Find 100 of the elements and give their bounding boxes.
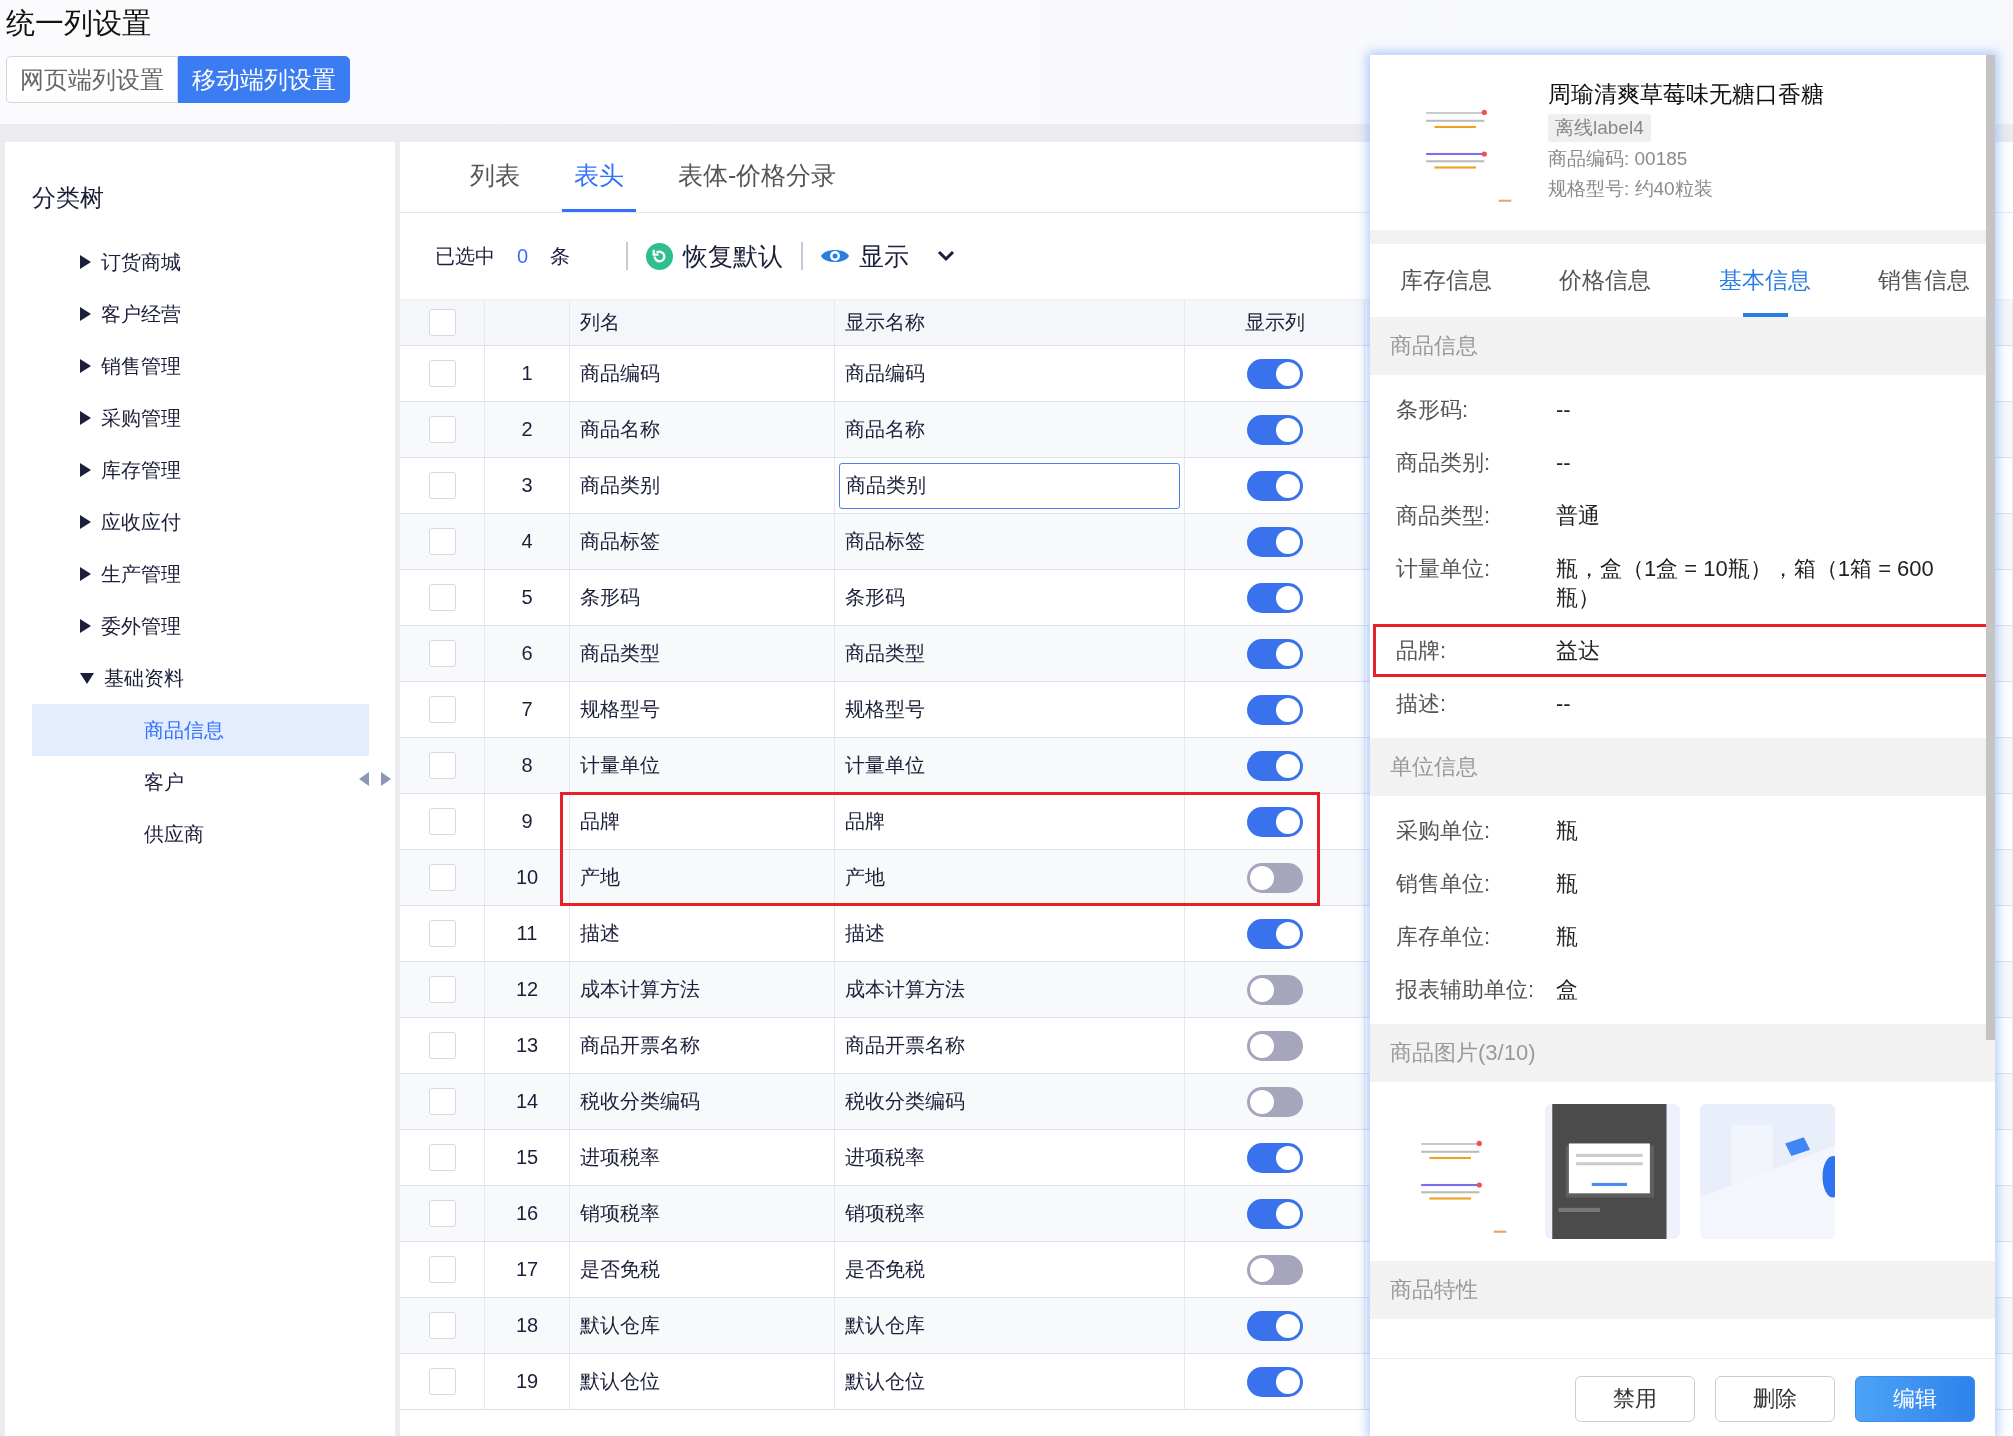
visibility-toggle[interactable] [1246, 1310, 1303, 1341]
visibility-toggle[interactable] [1246, 806, 1303, 837]
row-checkbox[interactable] [428, 808, 456, 835]
tree-item[interactable]: 采购管理 [32, 392, 369, 444]
tree-item[interactable]: 客户经营 [32, 288, 369, 340]
table-cell-text: 商品名称 [580, 417, 660, 442]
row-number: 2 [521, 418, 533, 441]
chevron-down-icon[interactable] [937, 250, 956, 262]
detail-tab[interactable]: 基本信息 [1718, 244, 1811, 317]
table-cell-text: 商品编码 [844, 361, 925, 386]
detail-tab[interactable]: 价格信息 [1559, 244, 1652, 317]
table-cell-text: 销项税率 [844, 1201, 925, 1226]
row-checkbox[interactable] [428, 920, 456, 947]
action-button[interactable]: 禁用 [1575, 1376, 1695, 1422]
row-checkbox[interactable] [428, 640, 456, 667]
selected-unit: 条 [550, 243, 571, 269]
row-checkbox[interactable] [428, 1088, 456, 1115]
visibility-toggle[interactable] [1246, 750, 1303, 781]
row-number: 17 [515, 1258, 539, 1281]
field-label: 报表辅助单位: [1396, 976, 1536, 1004]
tree-item[interactable]: 基础资料 [32, 652, 369, 704]
field-label: 品牌: [1396, 637, 1448, 665]
visibility-toggle[interactable] [1246, 470, 1303, 501]
visibility-toggle[interactable] [1246, 1030, 1303, 1061]
visibility-toggle[interactable] [1246, 974, 1303, 1005]
page-title: 统一列设置 [6, 6, 152, 41]
tree-item[interactable]: 客户 [32, 756, 369, 808]
tree-item[interactable]: 库存管理 [32, 444, 369, 496]
row-checkbox[interactable] [428, 696, 456, 723]
table-cell-text: 计量单位 [580, 753, 660, 778]
table-cell-text: 商品类别 [580, 473, 660, 498]
table-cell-text: 成本计算方法 [580, 977, 700, 1002]
tree-item[interactable]: 商品信息 [32, 704, 369, 756]
row-number: 4 [521, 530, 533, 553]
tree-item[interactable]: 供应商 [32, 808, 369, 860]
field-label: 商品类别: [1396, 449, 1492, 477]
row-checkbox[interactable] [428, 1032, 456, 1059]
product-spec: 规格型号: 约40粒装 [1548, 177, 1714, 201]
row-checkbox[interactable] [428, 1368, 456, 1395]
detail-tab[interactable]: 库存信息 [1400, 244, 1492, 317]
show-button[interactable]: 显示 [821, 239, 910, 273]
row-checkbox[interactable] [428, 864, 456, 891]
table-cell-text: 进项税率 [580, 1145, 660, 1170]
row-checkbox[interactable] [428, 1256, 456, 1283]
mode-tab[interactable]: 网页端列设置 [6, 56, 178, 103]
table-cell-text: 商品类型 [844, 641, 925, 666]
visibility-toggle[interactable] [1246, 582, 1303, 613]
visibility-toggle[interactable] [1246, 1254, 1303, 1285]
table-cell-text: 默认仓库 [844, 1313, 925, 1338]
table-cell-text: 默认仓位 [844, 1369, 925, 1394]
tree-item-label: 委外管理 [101, 613, 181, 639]
scrollbar[interactable] [1986, 55, 1995, 1040]
reset-button[interactable]: 恢复默认 [646, 239, 784, 273]
visibility-toggle[interactable] [1246, 1198, 1303, 1229]
visibility-toggle[interactable] [1246, 862, 1303, 893]
row-checkbox[interactable] [428, 584, 456, 611]
visibility-toggle[interactable] [1246, 918, 1303, 949]
tree-item[interactable]: 应收应付 [32, 496, 369, 548]
mode-tab[interactable]: 移动端列设置 [178, 56, 350, 103]
table-cell-text: 产地 [844, 865, 885, 890]
section-header: 商品特性 [1370, 1261, 1995, 1319]
visibility-toggle[interactable] [1246, 1142, 1303, 1173]
tree-item-label: 销售管理 [101, 353, 181, 379]
visibility-toggle[interactable] [1246, 1086, 1303, 1117]
row-number: 1 [521, 362, 533, 385]
row-checkbox[interactable] [428, 528, 456, 555]
table-cell-text: 条形码 [844, 585, 905, 610]
visibility-toggle[interactable] [1246, 358, 1303, 389]
left-arrow-icon[interactable] [359, 772, 369, 786]
row-checkbox[interactable] [428, 1144, 456, 1171]
visibility-toggle[interactable] [1246, 1366, 1303, 1397]
field-value: -- [1556, 396, 1572, 424]
row-checkbox[interactable] [428, 416, 456, 443]
field-label: 条形码: [1396, 396, 1470, 424]
sub-tab[interactable]: 表头 [562, 142, 636, 212]
visibility-toggle[interactable] [1246, 638, 1303, 669]
select-all-checkbox[interactable] [428, 309, 456, 336]
row-checkbox[interactable] [428, 472, 456, 499]
row-checkbox[interactable] [428, 976, 456, 1003]
detail-tab[interactable]: 销售信息 [1878, 244, 1970, 317]
visibility-toggle[interactable] [1246, 694, 1303, 725]
action-button[interactable]: 删除 [1715, 1376, 1835, 1422]
visibility-toggle[interactable] [1246, 414, 1303, 445]
tree-item[interactable]: 生产管理 [32, 548, 369, 600]
display-name-field[interactable]: 商品类别 [839, 462, 1180, 509]
table-cell-text: 成本计算方法 [844, 977, 965, 1002]
field-label: 库存单位: [1396, 923, 1492, 951]
tree-item[interactable]: 委外管理 [32, 600, 369, 652]
row-checkbox[interactable] [428, 360, 456, 387]
sub-tab[interactable]: 表体-价格分录 [666, 142, 849, 212]
tree-item[interactable]: 订货商城 [32, 236, 369, 288]
field-label: 描述: [1396, 690, 1448, 718]
visibility-toggle[interactable] [1246, 526, 1303, 557]
row-checkbox[interactable] [428, 1200, 456, 1227]
tree-item-label: 采购管理 [101, 405, 181, 431]
row-number: 12 [515, 978, 539, 1001]
tree-item[interactable]: 销售管理 [32, 340, 369, 392]
row-checkbox[interactable] [428, 752, 456, 779]
row-checkbox[interactable] [428, 1312, 456, 1339]
sub-tab[interactable]: 列表 [458, 142, 532, 212]
